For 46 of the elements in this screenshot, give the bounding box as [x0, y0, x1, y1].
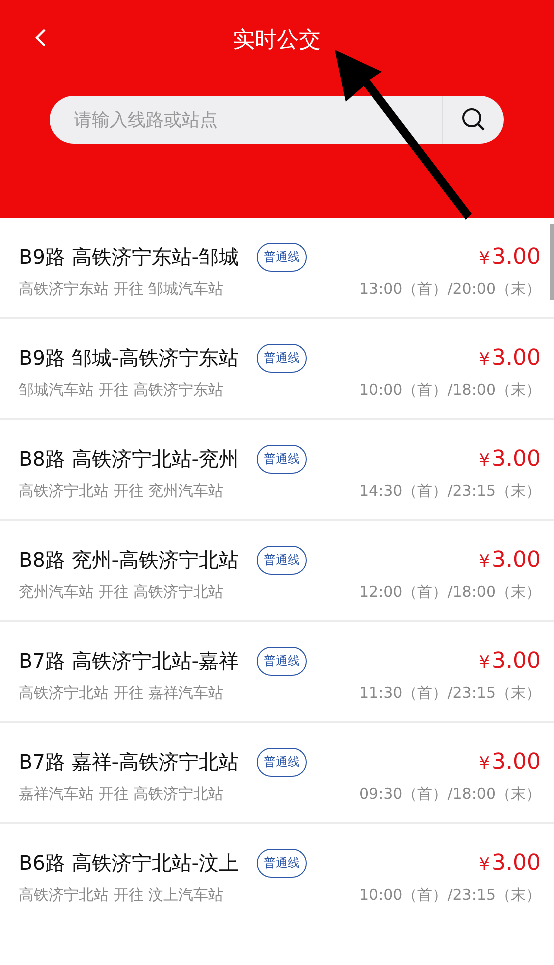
service-hours: 09:30（首）/18:00（末）	[359, 785, 541, 804]
route-item[interactable]: B9路 高铁济宁东站-邹城 普通线 ¥3.00 高铁济宁东站 开往 邹城汽车站 13:00（首）/20:00（末）	[0, 218, 554, 317]
route-type-tag: 普通线	[257, 646, 308, 676]
fare: ¥3.00	[479, 346, 541, 370]
route-direction: 高铁济宁北站 开往 兖州汽车站	[19, 482, 224, 501]
service-hours: 14:30（首）/23:15（末）	[359, 482, 541, 501]
route-type-tag: 普通线	[257, 748, 308, 776]
fare: ¥3.00	[479, 446, 541, 472]
service-hours: 13:00（首）/20:00（末）	[359, 280, 541, 299]
route-direction: 高铁济宁北站 开往 嘉祥汽车站	[19, 684, 224, 703]
service-hours: 10:00（首）/18:00（末）	[359, 381, 541, 400]
route-name: B8路 兖州-高铁济宁北站	[19, 546, 240, 574]
fare: ¥3.00	[479, 244, 541, 270]
route-name: B7路 嘉祥-高铁济宁北站	[19, 748, 240, 776]
fare: ¥3.00	[479, 850, 541, 876]
route-type-tag: 普通线	[257, 242, 308, 272]
service-hours: 10:00（首）/23:15（末）	[359, 886, 541, 905]
service-hours: 12:00（首）/18:00（末）	[359, 583, 541, 602]
route-name: B8路 高铁济宁北站-兖州	[19, 446, 240, 472]
route-name: B9路 高铁济宁东站-邹城	[19, 244, 240, 270]
route-type-tag: 普通线	[257, 546, 308, 574]
route-item[interactable]: B6路 高铁济宁北站-汶上 普通线 ¥3.00 高铁济宁北站 开往 汶上汽车站 10:00（首）/23:15（末）	[0, 824, 554, 923]
route-item[interactable]: B7路 嘉祥-高铁济宁北站 普通线 ¥3.00 嘉祥汽车站 开往 高铁济宁北站 09:30（首）/18:00（末）	[0, 723, 554, 822]
page-title: 实时公交	[233, 27, 321, 55]
search-icon	[460, 107, 486, 133]
search-field[interactable]: 请输入线路或站点	[50, 96, 504, 144]
fare: ¥3.00	[479, 548, 541, 572]
route-name: B9路 邹城-高铁济宁东站	[19, 344, 240, 372]
route-direction: 邹城汽车站 开往 高铁济宁东站	[19, 381, 224, 400]
route-type-tag: 普通线	[257, 848, 308, 878]
route-name: B7路 高铁济宁北站-嘉祥	[19, 648, 240, 674]
search-input[interactable]: 请输入线路或站点	[50, 108, 442, 132]
route-type-tag: 普通线	[257, 344, 308, 372]
fare: ¥3.00	[479, 750, 541, 774]
route-direction: 高铁济宁北站 开往 汶上汽车站	[19, 886, 224, 905]
fare: ¥3.00	[479, 648, 541, 674]
route-direction: 兖州汽车站 开往 高铁济宁北站	[19, 583, 224, 602]
route-direction: 高铁济宁东站 开往 邹城汽车站	[19, 280, 224, 299]
route-name: B6路 高铁济宁北站-汶上	[19, 850, 240, 876]
service-hours: 11:30（首）/23:15（末）	[359, 684, 541, 703]
route-item[interactable]: B8路 高铁济宁北站-兖州 普通线 ¥3.00 高铁济宁北站 开往 兖州汽车站 14:30（首）/23:15（末）	[0, 420, 554, 519]
route-type-tag: 普通线	[257, 444, 308, 474]
route-item[interactable]: B9路 邹城-高铁济宁东站 普通线 ¥3.00 邹城汽车站 开往 高铁济宁东站 10:00（首）/18:00（末）	[0, 319, 554, 418]
route-direction: 嘉祥汽车站 开往 高铁济宁北站	[19, 785, 224, 804]
route-item[interactable]: B7路 高铁济宁北站-嘉祥 普通线 ¥3.00 高铁济宁北站 开往 嘉祥汽车站 11:30（首）/23:15（末）	[0, 622, 554, 721]
route-item[interactable]: B8路 兖州-高铁济宁北站 普通线 ¥3.00 兖州汽车站 开往 高铁济宁北站 12:00（首）/18:00（末）	[0, 521, 554, 620]
